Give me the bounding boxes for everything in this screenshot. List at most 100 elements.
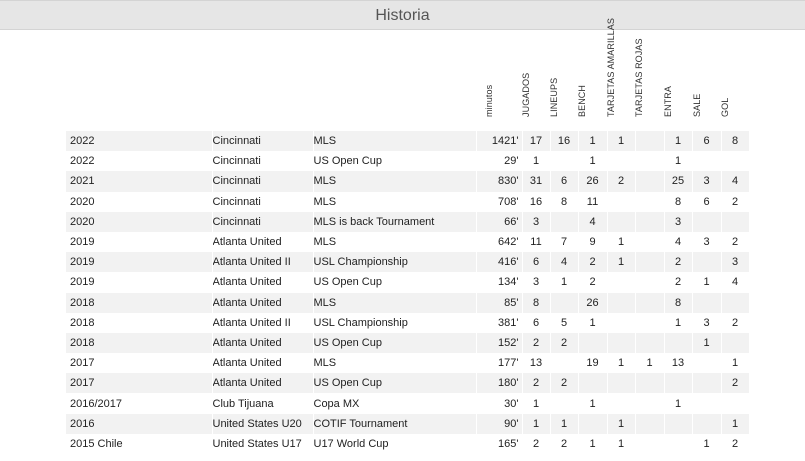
cell-year: 2016/2017 [66,393,213,414]
header-jugados[interactable]: JUGADOS [514,32,538,127]
cell-lin: 2 [550,433,579,454]
cell-comp: MLS [313,191,477,212]
header-bench[interactable]: BENCH [570,32,594,127]
cell-year: 2021 [66,171,213,192]
column-headers: minutos JUGADOS LINEUPS BENCH TARJETAS A… [0,18,805,131]
cell-roj [635,413,665,434]
table-row[interactable]: 2018 Atlanta United US Open Cup 152' 2 2 1 [66,332,750,354]
cell-min: 66' [476,211,523,232]
header-amarillas[interactable]: TARJETAS AMARILLAS [599,18,623,127]
table-row[interactable]: 2022 Cincinnati MLS 1421' 17 16 1 1 1 6 8 [66,131,750,152]
cell-roj [635,312,665,333]
header-rojas[interactable]: TARJETAS ROJAS [627,32,651,127]
cell-ama [607,292,636,313]
cell-comp: MLS [313,231,477,253]
cell-gol [721,151,750,172]
cell-jug: 2 [522,433,551,454]
cell-roj [635,151,665,172]
cell-team: Cincinnati [212,211,314,232]
cell-roj [635,211,665,232]
cell-roj [635,433,665,454]
header-gol[interactable]: GOL [713,32,737,127]
table-row[interactable]: 2019 Atlanta United MLS 642' 11 7 9 1 4 3 2 [66,231,750,253]
cell-min: 30' [476,393,523,414]
cell-gol: 1 [721,353,750,374]
cell-comp: US Open Cup [313,332,477,354]
cell-sal: 6 [692,131,722,152]
table-row[interactable]: 2021 Cincinnati MLS 830' 31 6 26 2 25 3 4 [66,171,750,192]
cell-lin: 2 [550,373,579,394]
table-row[interactable]: 2020 Cincinnati MLS 708' 16 8 11 8 6 2 [66,191,750,212]
table-row[interactable]: 2017 Atlanta United US Open Cup 180' 2 2 2 [66,373,750,394]
cell-sal: 3 [692,312,722,333]
table-row[interactable]: 2019 Atlanta United II USL Championship 416… [66,252,750,273]
cell-ben: 2 [578,272,608,293]
cell-year: 2016 [66,413,213,434]
cell-year: 2018 [66,292,213,313]
cell-gol: 2 [721,373,750,394]
cell-ama: 1 [607,231,636,253]
table-row[interactable]: 2016/2017 Club Tijuana Copa MX 30' 1 1 1 [66,393,750,414]
cell-ama [607,393,636,414]
cell-year: 2020 [66,191,213,212]
cell-roj [635,393,665,414]
cell-roj [635,171,665,192]
cell-jug: 2 [522,332,551,354]
cell-team: Atlanta United [212,373,314,394]
cell-lin: 1 [550,413,579,434]
table-row[interactable]: 2017 Atlanta United MLS 177' 13 19 1 1 13 1 [66,353,750,374]
cell-lin: 7 [550,231,579,253]
header-minutos[interactable]: minutos [477,32,501,127]
cell-ben: 26 [578,292,608,313]
header-entra[interactable]: ENTRA [656,32,680,127]
cell-min: 1421' [476,131,523,152]
cell-year: 2019 [66,252,213,273]
cell-team: Atlanta United [212,272,314,293]
table-row[interactable]: 2019 Atlanta United US Open Cup 134' 3 1 2 2 1 4 [66,272,750,293]
cell-ama [607,211,636,232]
cell-gol [721,292,750,313]
cell-team: Atlanta United II [212,252,314,273]
cell-sal: 1 [692,272,722,293]
table-row[interactable]: 2020 Cincinnati MLS is back Tournament 66' 3… [66,211,750,232]
table-row[interactable]: 2022 Cincinnati US Open Cup 29' 1 1 1 [66,151,750,172]
table-row[interactable]: 2015 Chile United States U17 U17 World Cup… [66,433,750,454]
cell-gol: 4 [721,171,750,192]
cell-ben: 19 [578,353,608,374]
cell-team: Cincinnati [212,191,314,212]
cell-roj [635,231,665,253]
cell-lin: 5 [550,312,579,333]
cell-jug: 11 [522,231,551,253]
cell-roj [635,131,665,152]
cell-jug: 3 [522,272,551,293]
cell-ben [578,413,608,434]
cell-min: 180' [476,373,523,394]
header-sale[interactable]: SALE [685,32,709,127]
header-lineups[interactable]: LINEUPS [542,32,566,127]
table-row[interactable]: 2016 United States U20 COTIF Tournament 90'… [66,413,750,434]
cell-ent: 2 [664,252,693,273]
cell-year: 2017 [66,353,213,374]
cell-ben: 9 [578,231,608,253]
cell-ent: 1 [664,312,693,333]
cell-jug: 17 [522,131,551,152]
cell-ent: 4 [664,231,693,253]
table-row[interactable]: 2018 Atlanta United II USL Championship 381… [66,312,750,333]
cell-ben: 2 [578,252,608,273]
cell-gol: 1 [721,413,750,434]
cell-min: 90' [476,413,523,434]
cell-comp: US Open Cup [313,151,477,172]
cell-ama: 1 [607,413,636,434]
cell-roj [635,272,665,293]
cell-gol [721,332,750,354]
cell-ben: 26 [578,171,608,192]
table-row[interactable]: 2018 Atlanta United MLS 85' 8 26 8 [66,292,750,313]
cell-min: 177' [476,353,523,374]
cell-roj: 1 [635,353,665,374]
cell-comp: USL Championship [313,312,477,333]
cell-team: Cincinnati [212,151,314,172]
cell-ben: 1 [578,312,608,333]
cell-ent: 1 [664,131,693,152]
cell-ent [664,413,693,434]
cell-team: Club Tijuana [212,393,314,414]
